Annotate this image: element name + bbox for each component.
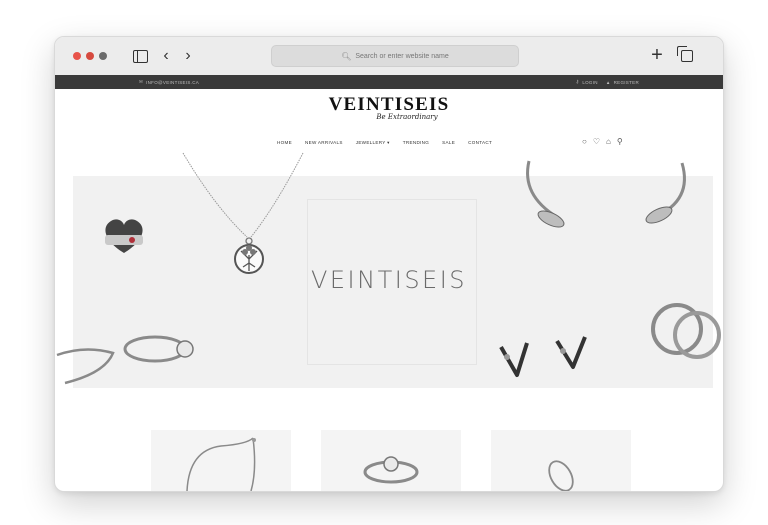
wishlist-icon[interactable]: ♡ — [593, 137, 600, 146]
bracelet-image — [186, 437, 256, 491]
zoom-window-button[interactable] — [99, 52, 107, 60]
contact-email[interactable]: ✉ INFO@VEINTISEIS.CA — [139, 79, 199, 85]
close-window-button[interactable] — [73, 52, 81, 60]
search-icon: 🔍︎ — [341, 51, 352, 61]
brand-name: VEINTISEIS — [328, 94, 450, 115]
product-card[interactable] — [151, 430, 291, 491]
nav-jewellery-label: JEWELLERY — [355, 140, 386, 145]
browser-toolbar: ‹ › 🔍︎ Search or enter website name + — [55, 37, 723, 76]
site-topbar: ✉ INFO@VEINTISEIS.CA ⚷ LOGIN ▲ REGISTER — [55, 75, 723, 89]
user-icon: ▲ — [605, 79, 611, 85]
account-icon[interactable]: ○ — [582, 137, 587, 146]
address-placeholder: Search or enter website name — [355, 52, 449, 60]
address-bar[interactable]: 🔍︎ Search or enter website name — [271, 45, 519, 67]
nav-home[interactable]: HOME — [277, 140, 292, 146]
cart-icon[interactable]: ⌂ — [606, 137, 611, 146]
leaf-bangle-image — [526, 160, 686, 228]
register-link[interactable]: ▲ REGISTER — [606, 80, 639, 85]
nav-new-arrivals[interactable]: NEW ARRIVALS — [305, 140, 343, 146]
new-tab-icon[interactable]: + — [649, 44, 665, 66]
chevron-down-icon: ▾ — [387, 140, 390, 145]
account-links: ⚷ LOGIN ▲ REGISTER — [576, 79, 639, 85]
wave-ring-image — [56, 348, 115, 385]
main-nav: HOME NEW ARRIVALS JEWELLERY ▾ TRENDING S… — [277, 140, 492, 146]
key-icon: ⚷ — [575, 79, 580, 84]
register-label: REGISTER — [613, 79, 639, 85]
nav-trending[interactable]: TRENDING — [403, 140, 429, 146]
product-card[interactable] — [491, 430, 631, 491]
mail-icon: ✉ — [139, 79, 144, 84]
nav-contact[interactable]: CONTACT — [468, 140, 492, 146]
sidebar-icon[interactable] — [131, 46, 149, 66]
solitaire-ring-thumbnail — [363, 456, 419, 484]
minimize-window-button[interactable] — [86, 52, 94, 60]
tabs-overview-icon[interactable] — [677, 46, 695, 66]
thin-ring-thumbnail — [548, 460, 574, 491]
product-card[interactable] — [321, 430, 461, 491]
solitaire-ring-image — [123, 335, 194, 363]
nav-sale[interactable]: SALE — [442, 140, 455, 146]
hoop-earrings-image — [651, 303, 721, 359]
login-label: LOGIN — [582, 79, 598, 85]
hero-title: VEINTISEIS — [310, 266, 468, 294]
login-link[interactable]: ⚷ LOGIN — [576, 79, 598, 85]
email-text: INFO@VEINTISEIS.CA — [146, 79, 200, 85]
search-icon[interactable]: ⚲ — [617, 137, 623, 146]
heart-charm-image — [105, 219, 143, 253]
necklace-image — [182, 152, 304, 274]
back-icon[interactable]: ‹ — [159, 46, 173, 66]
site-logo[interactable]: VEINTISEIS Be Extraordinary — [305, 94, 473, 122]
v-earrings-image — [499, 336, 587, 377]
browser-window: ‹ › 🔍︎ Search or enter website name + ✉ … — [54, 36, 724, 492]
nav-jewellery[interactable]: JEWELLERY ▾ — [356, 140, 390, 146]
forward-icon[interactable]: › — [181, 46, 195, 66]
header-icons: ○ ♡ ⌂ ⚲ — [582, 137, 623, 146]
